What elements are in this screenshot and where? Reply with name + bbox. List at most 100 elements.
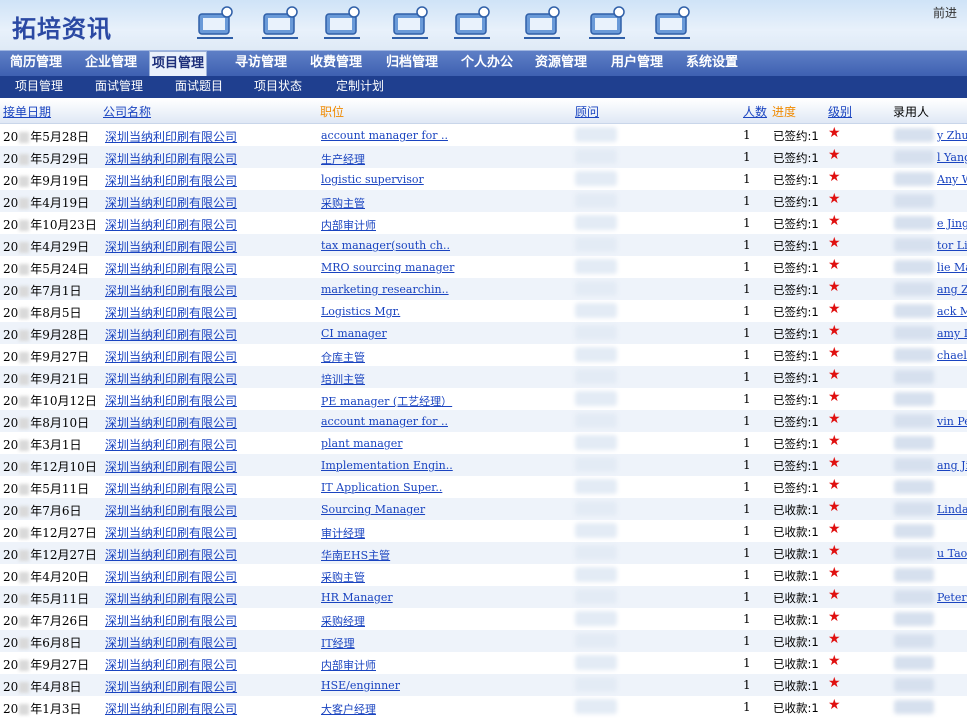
company-link[interactable]: 深圳当纳利印刷有限公司 — [105, 678, 237, 695]
position-link[interactable]: plant manager — [321, 437, 403, 450]
hired-link[interactable]: ang Zh — [937, 283, 967, 296]
company-link[interactable]: 深圳当纳利印刷有限公司 — [105, 568, 237, 585]
company-link[interactable]: 深圳当纳利印刷有限公司 — [105, 436, 237, 453]
position-link[interactable]: Implementation Engin.. — [321, 459, 453, 472]
column-level[interactable]: 级别 — [828, 103, 852, 120]
company-link[interactable]: 深圳当纳利印刷有限公司 — [105, 612, 237, 629]
position-link[interactable]: account manager for .. — [321, 415, 448, 428]
hired-link[interactable]: vin Pe — [937, 415, 967, 428]
column-date[interactable]: 接单日期 — [3, 103, 51, 120]
main-nav-item[interactable]: 寻访管理 — [235, 51, 287, 77]
company-link[interactable]: 深圳当纳利印刷有限公司 — [105, 700, 237, 717]
main-nav-item[interactable]: 归档管理 — [386, 51, 438, 77]
company-link[interactable]: 深圳当纳利印刷有限公司 — [105, 238, 237, 255]
main-nav-item[interactable]: 收费管理 — [310, 51, 362, 77]
main-nav-item[interactable]: 用户管理 — [611, 51, 663, 77]
position-link[interactable]: 培训主管 — [321, 371, 365, 387]
company-link[interactable]: 深圳当纳利印刷有限公司 — [105, 150, 237, 167]
hired-link[interactable]: l Yang — [937, 151, 967, 164]
position-link[interactable]: 采购主管 — [321, 195, 365, 211]
tools-icon-6[interactable] — [520, 2, 564, 44]
column-company[interactable]: 公司名称 — [103, 103, 151, 120]
position-link[interactable]: 内部审计师 — [321, 217, 376, 233]
company-link[interactable]: 深圳当纳利印刷有限公司 — [105, 634, 237, 651]
hired-link[interactable]: ack M — [937, 305, 967, 318]
hired-link[interactable]: u Tao — [937, 547, 967, 560]
hired-link[interactable]: y Zhu — [937, 129, 967, 142]
tools-icon-8[interactable] — [650, 2, 694, 44]
company-link[interactable]: 深圳当纳利印刷有限公司 — [105, 502, 237, 519]
tools-icon-4[interactable] — [388, 2, 432, 44]
position-link[interactable]: Sourcing Manager — [321, 503, 425, 516]
main-nav-item[interactable]: 个人办公 — [461, 51, 513, 77]
company-link[interactable]: 深圳当纳利印刷有限公司 — [105, 348, 237, 365]
main-nav-item[interactable]: 资源管理 — [535, 51, 587, 77]
company-link[interactable]: 深圳当纳利印刷有限公司 — [105, 458, 237, 475]
company-link[interactable]: 深圳当纳利印刷有限公司 — [105, 414, 237, 431]
hired-link[interactable]: Linda Z — [937, 503, 967, 516]
position-link[interactable]: tax manager(south ch.. — [321, 239, 450, 252]
main-nav-item[interactable]: 简历管理 — [10, 51, 62, 77]
position-link[interactable]: HSE/enginner — [321, 679, 400, 692]
company-link[interactable]: 深圳当纳利印刷有限公司 — [105, 282, 237, 299]
sub-nav-item[interactable]: 面试管理 — [95, 76, 143, 98]
position-link[interactable]: CI manager — [321, 327, 387, 340]
company-link[interactable]: 深圳当纳利印刷有限公司 — [105, 524, 237, 541]
position-link[interactable]: 审计经理 — [321, 525, 365, 541]
forward-link[interactable]: 前进 — [933, 4, 957, 21]
position-link[interactable]: 仓库主管 — [321, 349, 365, 365]
hired-link[interactable]: lie Ma — [937, 261, 967, 274]
column-count[interactable]: 人数 — [743, 103, 767, 120]
company-link[interactable]: 深圳当纳利印刷有限公司 — [105, 260, 237, 277]
hired-link[interactable]: chael F — [937, 349, 967, 362]
main-nav-item[interactable]: 企业管理 — [85, 51, 137, 77]
position-link[interactable]: 采购经理 — [321, 613, 365, 629]
position-link[interactable]: IT经理 — [321, 635, 355, 651]
position-link[interactable]: 内部审计师 — [321, 657, 376, 673]
tools-icon-1[interactable] — [193, 2, 237, 44]
company-link[interactable]: 深圳当纳利印刷有限公司 — [105, 656, 237, 673]
sub-nav-item[interactable]: 面试题目 — [175, 76, 223, 98]
position-link[interactable]: PE manager (工艺经理） — [321, 393, 452, 409]
main-nav-item[interactable]: 项目管理 — [149, 51, 208, 78]
company-link[interactable]: 深圳当纳利印刷有限公司 — [105, 326, 237, 343]
company-link[interactable]: 深圳当纳利印刷有限公司 — [105, 194, 237, 211]
tools-icon-2[interactable] — [258, 2, 302, 44]
position-link[interactable]: Logistics Mgr. — [321, 305, 400, 318]
sub-nav-item[interactable]: 项目状态 — [254, 76, 302, 98]
position-link[interactable]: IT Application Super.. — [321, 481, 442, 494]
hired-link[interactable]: amy Li — [937, 327, 967, 340]
company-link[interactable]: 深圳当纳利印刷有限公司 — [105, 128, 237, 145]
position-link[interactable]: 采购主管 — [321, 569, 365, 585]
position-link[interactable]: marketing researchin.. — [321, 283, 449, 296]
position-link[interactable]: 大客户经理 — [321, 701, 376, 717]
company-link[interactable]: 深圳当纳利印刷有限公司 — [105, 546, 237, 563]
hired-link[interactable]: tor Liu — [937, 239, 967, 252]
position-link[interactable]: logistic supervisor — [321, 173, 424, 186]
hired-link[interactable]: ang Jin — [937, 459, 967, 472]
hired-link[interactable]: e Jing — [937, 217, 967, 230]
company-link[interactable]: 深圳当纳利印刷有限公司 — [105, 172, 237, 189]
company-link[interactable]: 深圳当纳利印刷有限公司 — [105, 480, 237, 497]
sub-nav-item[interactable]: 项目管理 — [15, 76, 63, 98]
company-link[interactable]: 深圳当纳利印刷有限公司 — [105, 590, 237, 607]
position-link[interactable]: HR Manager — [321, 591, 393, 604]
position-link[interactable]: account manager for .. — [321, 129, 448, 142]
position-link[interactable]: 华南EHS主管 — [321, 547, 390, 563]
company-link[interactable]: 深圳当纳利印刷有限公司 — [105, 392, 237, 409]
hired-link[interactable]: Any W — [937, 173, 967, 186]
tools-icon-7[interactable] — [585, 2, 629, 44]
column-consultant[interactable]: 顾问 — [575, 103, 599, 120]
column-progress[interactable]: 进度 — [772, 103, 796, 120]
position-link[interactable]: 生产经理 — [321, 151, 365, 167]
company-link[interactable]: 深圳当纳利印刷有限公司 — [105, 304, 237, 321]
company-link[interactable]: 深圳当纳利印刷有限公司 — [105, 216, 237, 233]
hired-link[interactable]: Peter M — [937, 591, 967, 604]
position-link[interactable]: MRO sourcing manager — [321, 261, 454, 274]
sub-nav-item[interactable]: 定制计划 — [336, 76, 384, 98]
company-link[interactable]: 深圳当纳利印刷有限公司 — [105, 370, 237, 387]
column-position[interactable]: 职位 — [320, 103, 344, 120]
tools-icon-5[interactable] — [450, 2, 494, 44]
tools-icon-3[interactable] — [320, 2, 364, 44]
main-nav-item[interactable]: 系统设置 — [686, 51, 738, 77]
